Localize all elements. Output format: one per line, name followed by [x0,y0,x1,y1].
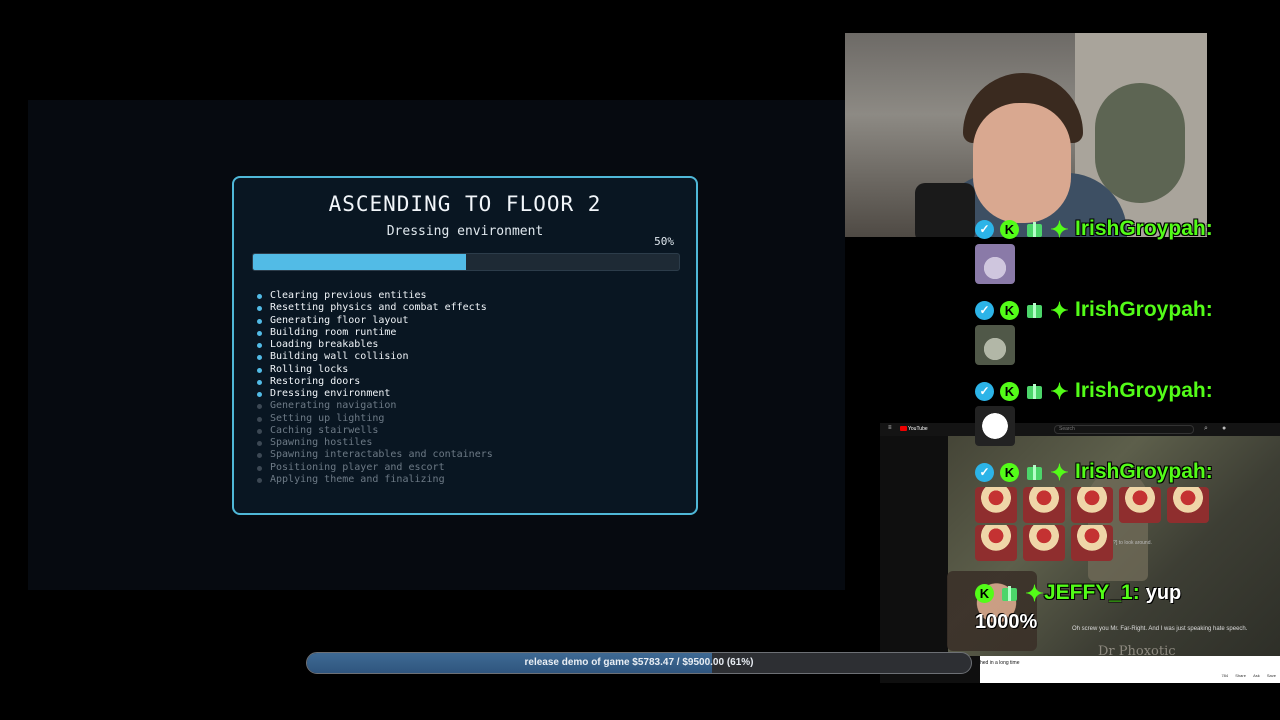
youtube-video-title: hed in a long time [980,660,1020,666]
gift-icon [1025,463,1044,482]
hat-emote [975,487,1017,523]
chat-overlay: ✓ K ✦ IrishGroypah: ✓ K ✦ IrishGroypah: … [947,213,1280,651]
loading-step: Generating navigation [256,400,493,412]
loading-step: Caching stairwells [256,425,493,437]
sub-icon: ✦ [1050,459,1069,485]
chat-amount: 1000% [975,611,1038,633]
loading-step: Building room runtime [256,327,493,339]
gift-icon [1025,301,1044,320]
loading-step: Rolling locks [256,364,493,376]
chat-message: K ✦ JEFFY_1: yup 1000% [947,571,1182,651]
loading-panel: ASCENDING TO FLOOR 2 Dressing environmen… [232,176,698,515]
chat-message-text: yup [1145,581,1182,604]
loading-step: Restoring doors [256,376,493,388]
loading-step-list: Clearing previous entities Resetting phys… [256,290,493,486]
kick-icon: K [1000,300,1019,320]
menu-icon[interactable]: ≡ [888,425,892,431]
verified-icon: ✓ [975,219,994,239]
kick-icon: K [1000,381,1019,401]
loading-subtitle: Dressing environment [386,224,544,239]
save-button[interactable]: Save [1267,673,1276,678]
loading-step: Spawning hostiles [256,437,493,449]
emote-grid [975,487,1213,561]
kick-icon: K [1000,462,1019,482]
chat-username: IrishGroypah: [1075,379,1213,402]
hat-emote [1167,487,1209,523]
troll-face-emote [975,406,1015,446]
loading-title: ASCENDING TO FLOOR 2 [328,192,602,216]
progress-bar-fill [253,254,466,270]
loading-step: Setting up lighting [256,413,493,425]
youtube-logo[interactable]: YouTube [900,426,928,432]
microphone [915,183,975,237]
hat-emote [1071,525,1113,561]
chat-username: JEFFY_1: [1044,581,1140,604]
gift-icon [1000,584,1019,603]
hat-emote [1023,487,1065,523]
streamer-webcam [845,33,1207,237]
chat-message: ✓ K ✦ IrishGroypah: [975,460,1213,561]
gift-icon [1025,382,1044,401]
hat-emote [975,525,1017,561]
hat-emote [1119,487,1161,523]
progress-percent: 50% [654,235,674,248]
hat-emote [1071,487,1113,523]
bunny-emote [975,325,1015,365]
loading-step: Resetting physics and combat effects [256,302,493,314]
verified-icon: ✓ [975,300,994,320]
loading-step: Positioning player and escort [256,462,493,474]
sub-icon: ✦ [1050,216,1069,242]
chat-message: ✓ K ✦ IrishGroypah: [975,217,1213,284]
verified-icon: ✓ [975,462,994,482]
chat-username: IrishGroypah: [1075,460,1213,483]
sub-icon: ✦ [1050,378,1069,404]
youtube-actions: 784 Share Ask Save [1215,673,1276,678]
chat-username: IrishGroypah: [1075,217,1213,240]
rabbit-emote [975,244,1015,284]
loading-step: Building wall collision [256,351,493,363]
donation-goal-label: release demo of game $5783.47 / $9500.00… [524,657,754,668]
like-button[interactable]: 784 [1221,673,1228,678]
loading-step: Loading breakables [256,339,493,351]
gift-icon [1025,220,1044,239]
loading-step: Generating floor layout [256,315,493,327]
sub-icon: ✦ [1025,580,1044,606]
loading-step: Applying theme and finalizing [256,474,493,486]
chat-message: ✓ K ✦ IrishGroypah: [975,379,1213,446]
donation-goal-bar: release demo of game $5783.47 / $9500.00… [306,652,972,674]
sub-icon: ✦ [1050,297,1069,323]
loading-step: Spawning interactables and containers [256,449,493,461]
progress-bar [252,253,680,271]
kick-icon: K [975,583,994,603]
kick-icon: K [1000,219,1019,239]
hat-emote [1023,525,1065,561]
streamer-face [973,103,1071,223]
ask-button[interactable]: Ask [1253,673,1260,678]
youtube-video-info: hed in a long time 784 Share Ask Save [980,656,1280,683]
chat-username: IrishGroypah: [1075,298,1213,321]
verified-icon: ✓ [975,381,994,401]
loading-step: Dressing environment [256,388,493,400]
chat-message: ✓ K ✦ IrishGroypah: [975,298,1213,365]
loading-step: Clearing previous entities [256,290,493,302]
webcam-background-plant [1095,83,1185,203]
share-button[interactable]: Share [1235,673,1246,678]
